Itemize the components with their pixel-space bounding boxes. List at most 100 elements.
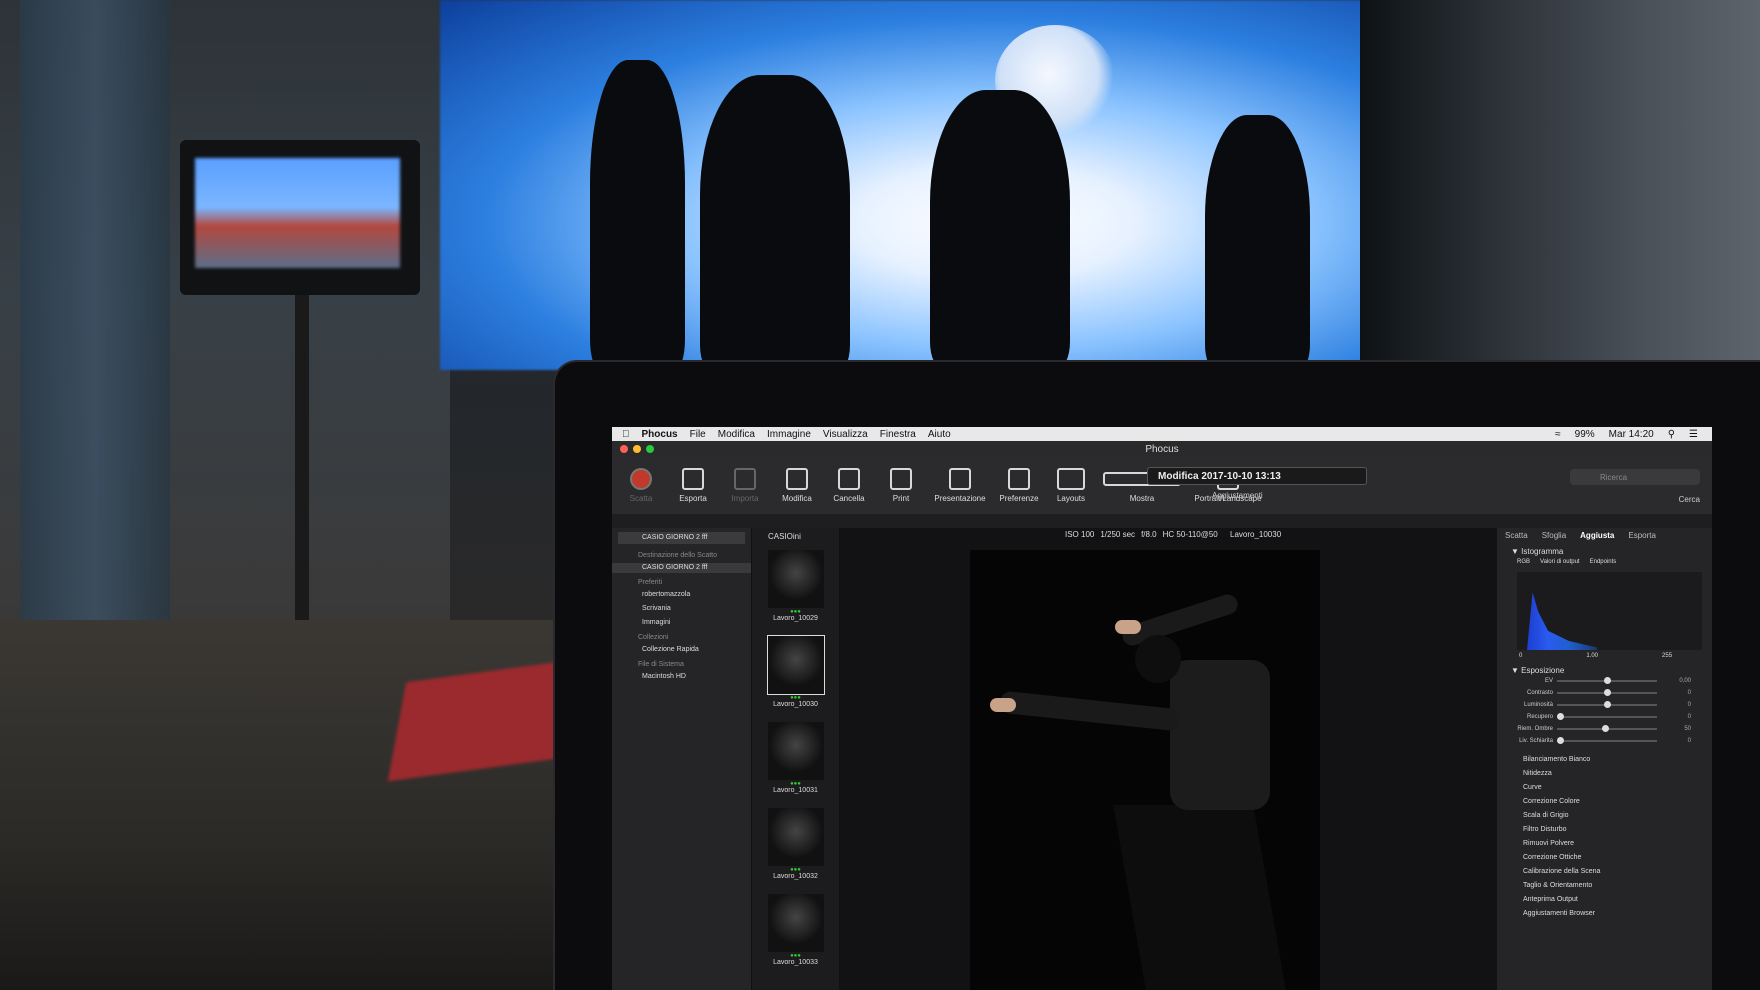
slider-value[interactable]: 0 [1657, 738, 1691, 744]
print-button[interactable]: Print [880, 468, 922, 503]
layouts-button[interactable]: Layouts [1050, 468, 1092, 503]
hist-max: 255 [1662, 653, 1673, 659]
slider-track[interactable] [1557, 737, 1657, 744]
dancer-hand-right [1115, 620, 1141, 634]
delete-button[interactable]: Cancella [828, 468, 870, 503]
browser-panel: CASIO GIORNO 2 fff Destinazione dello Sc… [612, 528, 752, 990]
slider-value[interactable]: 0 [1657, 714, 1691, 720]
tab-sfoglia[interactable]: Sfoglia [1542, 531, 1566, 540]
slider-value[interactable]: 0 [1657, 702, 1691, 708]
channel-select[interactable]: RGB [1517, 559, 1530, 565]
tool-section-item[interactable]: Filtro Disturbo [1497, 823, 1712, 837]
menu-finestra[interactable]: Finestra [880, 429, 916, 440]
search-label: Cerca [1678, 495, 1700, 504]
destination-folder[interactable]: CASIO GIORNO 2 fff [612, 563, 751, 573]
adjustment-session-field[interactable]: Modifica 2017-10-10 13:13 [1147, 467, 1367, 485]
iso-value: ISO 100 [1065, 530, 1095, 539]
tool-section-item[interactable]: Nitidezza [1497, 767, 1712, 781]
menu-modifica[interactable]: Modifica [718, 429, 755, 440]
blue-curtain [20, 0, 170, 620]
slider-knob[interactable] [1603, 689, 1611, 696]
thumbnail-item[interactable]: ●●● Lavoro_10029 [752, 547, 839, 633]
slider-value[interactable]: 0 [1657, 690, 1691, 696]
search-input[interactable]: Ricerca [1570, 469, 1700, 485]
preferences-button[interactable]: Preferenze [998, 468, 1040, 503]
clock[interactable]: Mar 14:20 [1609, 429, 1654, 440]
import-button[interactable]: Importa [724, 468, 766, 503]
tool-section-item[interactable]: Calibrazione della Scena [1497, 865, 1712, 879]
preferences-label: Preferenze [999, 494, 1039, 503]
exposure-heading[interactable]: ▼ Esposizione [1497, 666, 1712, 675]
thumbnail-item[interactable]: ●●● Lavoro_10031 [752, 719, 839, 805]
tool-section-item[interactable]: Correzione Ottiche [1497, 851, 1712, 865]
tool-section-item[interactable]: Correzione Colore [1497, 795, 1712, 809]
main-toolbar: Scatta Esporta Importa Modifica Cancella… [612, 457, 1712, 514]
thumbnail-item[interactable]: ●●● Lavoro_10032 [752, 805, 839, 891]
favorites-heading: Preferiti [638, 579, 663, 586]
dancer-arm-left [999, 690, 1181, 732]
import-label: Importa [731, 494, 759, 503]
tool-section-item[interactable]: Anteprima Output [1497, 893, 1712, 907]
crew-silhouette-1 [590, 60, 685, 370]
apple-icon[interactable]:  [622, 429, 630, 440]
tab-scatta[interactable]: Scatta [1505, 531, 1528, 540]
tool-section-item[interactable]: Aggiustamenti Browser [1497, 907, 1712, 921]
folder-selector[interactable]: CASIO GIORNO 2 fff [618, 532, 745, 544]
notification-icon[interactable]: ☰ [1689, 429, 1698, 440]
slider-knob[interactable] [1603, 701, 1611, 708]
output-values-checkbox[interactable]: Valori di output [1540, 559, 1580, 565]
wifi-icon[interactable]: ≈ [1555, 429, 1561, 440]
slider-knob[interactable] [1601, 725, 1609, 732]
thumbnail-item[interactable]: ●●● Lavoro_10033 [752, 891, 839, 977]
slider-track[interactable] [1557, 677, 1657, 684]
thumbnail-image [767, 550, 824, 608]
tab-esporta[interactable]: Esporta [1628, 531, 1656, 540]
menu-app-name[interactable]: Phocus [642, 429, 678, 440]
studio-right-rigging [1360, 0, 1760, 380]
tool-section-item[interactable]: Taglio & Orientamento [1497, 879, 1712, 893]
capture-label: Scatta [629, 494, 653, 503]
trash-icon [838, 468, 860, 490]
menu-aiuto[interactable]: Aiuto [928, 429, 951, 440]
edit-button[interactable]: Modifica [776, 468, 818, 503]
dancer-head [1135, 635, 1181, 683]
tool-section-item[interactable]: Bilanciamento Bianco [1497, 753, 1712, 767]
slider-knob[interactable] [1603, 677, 1611, 684]
slider-track[interactable] [1557, 689, 1657, 696]
slider-value[interactable]: 0,00 [1657, 678, 1691, 684]
record-icon [630, 468, 652, 490]
menu-file[interactable]: File [690, 429, 706, 440]
endpoints-checkbox[interactable]: Endpoints [1590, 559, 1617, 565]
favorite-pictures[interactable]: Immagini [612, 618, 751, 628]
tool-section-item[interactable]: Rimuovi Polvere [1497, 837, 1712, 851]
thumbnail-item-selected[interactable]: ●●● Lavoro_10030 [752, 633, 839, 719]
capture-button[interactable]: Scatta [620, 468, 662, 503]
print-label: Print [892, 494, 910, 503]
adjustments-label: Aggiustamenti [1212, 491, 1263, 500]
tool-section-item[interactable]: Curve [1497, 781, 1712, 795]
slider-track[interactable] [1557, 713, 1657, 720]
menubar-status: ≈ 99% Mar 14:20 ⚲ ☰ [1555, 429, 1712, 440]
image-viewer[interactable]: ISO 100 1/250 sec f/8.0 HC 50-110@50 Lav… [840, 528, 1497, 990]
macintosh-hd[interactable]: Macintosh HD [612, 672, 751, 682]
battery-status[interactable]: 99% [1575, 429, 1595, 440]
slider-track[interactable] [1557, 725, 1657, 732]
slider-knob[interactable] [1557, 737, 1564, 744]
slider-knob[interactable] [1557, 713, 1564, 720]
menu-visualizza[interactable]: Visualizza [823, 429, 868, 440]
tool-section-item[interactable]: Scala di Grigio [1497, 809, 1712, 823]
favorite-home[interactable]: robertomazzola [612, 590, 751, 600]
histogram-heading[interactable]: ▼ Istogramma [1497, 547, 1712, 556]
histogram-graph[interactable] [1517, 572, 1702, 650]
favorite-desktop[interactable]: Scrivania [612, 604, 751, 614]
slider-value[interactable]: 50 [1657, 726, 1691, 732]
menu-immagine[interactable]: Immagine [767, 429, 811, 440]
thumbnail-image [766, 635, 825, 695]
tab-aggiusta[interactable]: Aggiusta [1580, 531, 1614, 540]
export-button[interactable]: Esporta [672, 468, 714, 503]
filesystem-heading: File di Sistema [638, 661, 684, 668]
slideshow-button[interactable]: Presentazione [932, 468, 988, 503]
slider-track[interactable] [1557, 701, 1657, 708]
spotlight-icon[interactable]: ⚲ [1668, 429, 1675, 440]
quick-collection[interactable]: Collezione Rapida [612, 645, 751, 655]
